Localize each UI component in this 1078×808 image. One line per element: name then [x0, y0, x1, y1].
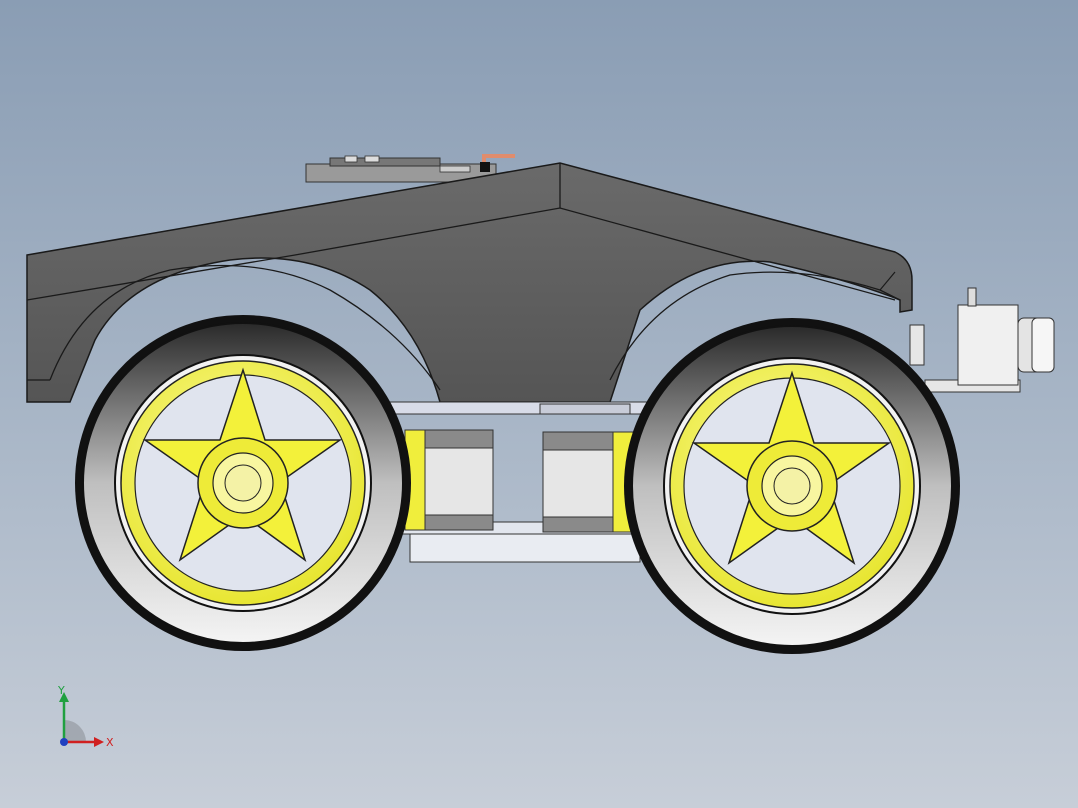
- 3d-viewport[interactable]: Y X: [0, 0, 1078, 808]
- rear-wheel: [624, 318, 960, 654]
- z-axis-icon: [60, 738, 68, 746]
- coordinate-triad[interactable]: Y X: [48, 684, 128, 756]
- robot-car-model[interactable]: [0, 0, 1078, 808]
- front-motor: [404, 429, 494, 531]
- triad-plane-icon: [64, 720, 86, 742]
- ultrasonic-sensor: [909, 287, 1055, 393]
- front-wheel: [75, 315, 411, 651]
- rear-motor: [542, 431, 634, 533]
- x-axis-label: X: [106, 736, 114, 749]
- y-axis-label: Y: [57, 684, 65, 697]
